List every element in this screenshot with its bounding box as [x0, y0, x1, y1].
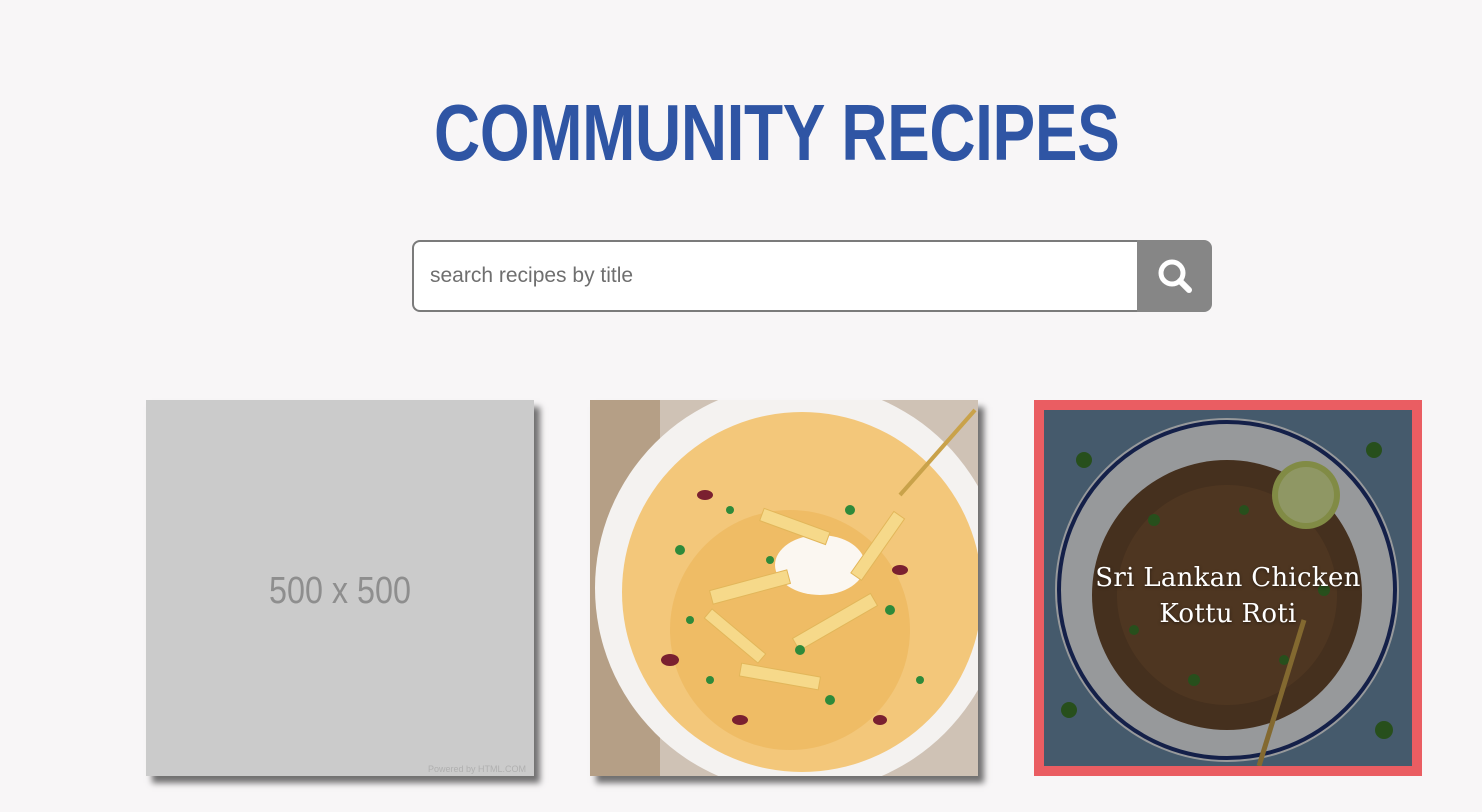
placeholder-image-label: 500 x 500: [269, 570, 411, 612]
recipe-card[interactable]: [590, 400, 978, 776]
search-input[interactable]: [412, 240, 1137, 312]
search-bar: [412, 240, 1212, 312]
recipe-card[interactable]: 500 x 500 Powered by HTML.COM: [146, 400, 534, 776]
recipe-card-highlighted[interactable]: Sri Lankan Chicken Kottu Roti: [1034, 400, 1422, 776]
recipe-title: Sri Lankan Chicken Kottu Roti: [1095, 563, 1361, 629]
search-button[interactable]: [1137, 240, 1212, 312]
placeholder-credit: Powered by HTML.COM: [427, 764, 526, 774]
page-title: COMMUNITY RECIPES: [434, 88, 1120, 177]
tortilla-soup-photo: [590, 400, 978, 776]
search-icon: [1158, 259, 1192, 293]
